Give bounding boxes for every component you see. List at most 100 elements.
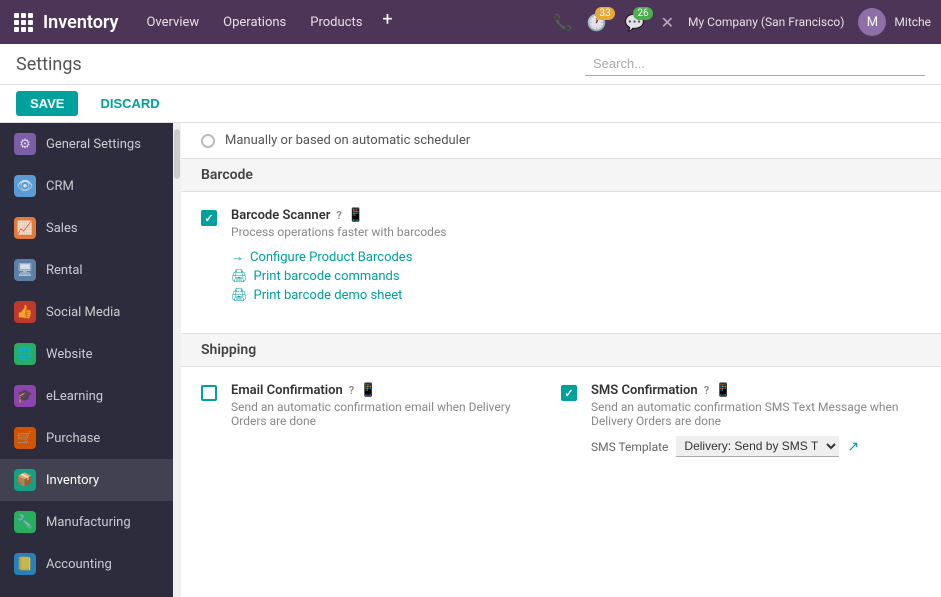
settings-content: Manually or based on automatic scheduler… [181,123,941,597]
barcode-scanner-row: ✓ Barcode Scanner ? 📱 Process operations… [201,208,921,303]
sidebar-item-label: Inventory [46,473,99,488]
sms-confirmation-checkbox[interactable]: ✓ [561,385,577,401]
action-buttons: SAVE DISCARD [0,85,941,123]
sidebar-item-label: Rental [46,263,83,278]
discard-button[interactable]: DISCARD [86,91,173,116]
print-demo-link[interactable]: 🖨 Print barcode demo sheet [231,288,447,303]
radio-button[interactable] [201,134,215,148]
sidebar-scrollbar[interactable] [173,123,181,597]
email-confirmation-cell: Email Confirmation ? 📱 Send an automatic… [201,383,561,471]
sidebar-item-label: CRM [46,179,74,194]
sidebar-item-rental[interactable]: 🖥 Rental [0,249,173,291]
barcode-scanner-description: Process operations faster with barcodes [231,225,447,239]
purchase-icon: 🛒 [14,427,36,449]
sidebar-item-sales[interactable]: 📈 Sales [0,207,173,249]
checkmark-icon: ✓ [204,212,213,225]
clock-badge: 33 [595,7,614,20]
info-icon[interactable]: ? [336,209,341,222]
print-commands-link[interactable]: 🖨 Print barcode commands [231,269,447,284]
sidebar-item-purchase[interactable]: 🛒 Purchase [0,417,173,459]
sidebar-item-label: Social Media [46,305,120,320]
app-grid-button[interactable] [10,9,37,36]
sales-icon: 📈 [14,217,36,239]
nav-operations[interactable]: Operations [213,9,296,36]
mobile-icon: 📱 [360,383,376,398]
top-navigation: Inventory Overview Operations Products +… [0,0,941,44]
email-confirmation-description: Send an automatic confirmation email whe… [231,400,541,428]
sidebar-item-label: Manufacturing [46,515,131,530]
barcode-section-header: Barcode [181,158,941,192]
nav-products[interactable]: Products [300,9,372,36]
sms-confirmation-label: SMS Confirmation ? 📱 [591,383,901,398]
arrow-icon: → [231,249,244,265]
barcode-links: → Configure Product Barcodes 🖨 Print bar… [231,249,447,303]
website-icon: 🌐 [14,343,36,365]
email-confirmation-row: Email Confirmation ? 📱 Send an automatic… [201,383,541,428]
close-icon[interactable]: ✕ [661,13,674,32]
mobile-icon: 📱 [715,383,731,398]
sms-confirmation-cell: ✓ SMS Confirmation ? 📱 Send an automatic… [561,383,921,471]
nav-overview[interactable]: Overview [136,9,209,36]
chat-icon[interactable]: 💬 26 [625,13,645,32]
sidebar-item-label: Purchase [46,431,100,446]
barcode-settings-block: ✓ Barcode Scanner ? 📱 Process operations… [181,192,941,333]
sidebar-item-manufacturing[interactable]: 🔧 Manufacturing [0,501,173,543]
accounting-icon: 📒 [14,553,36,575]
phone-icon[interactable]: 📞 [553,13,573,32]
elearning-icon: 🎓 [14,385,36,407]
printer-icon: 🖨 [231,269,248,284]
gear-icon: ⚙ [14,133,36,155]
chat-badge: 26 [633,7,652,20]
shipping-settings-grid: Email Confirmation ? 📱 Send an automatic… [181,367,941,487]
external-link-icon[interactable]: ↗ [847,439,859,455]
nav-links: Overview Operations Products + [136,9,552,36]
sidebar: ⚙ General Settings 👁 CRM 📈 Sales 🖥 Renta… [0,123,173,597]
sidebar-item-label: Sales [46,221,78,236]
shipping-section-header: Shipping [181,333,941,367]
info-icon[interactable]: ? [704,384,709,397]
sms-template-label: SMS Template [591,440,668,454]
sidebar-item-website[interactable]: 🌐 Website [0,333,173,375]
sidebar-scrollbar-thumb [174,129,180,179]
configure-barcodes-link[interactable]: → Configure Product Barcodes [231,249,447,265]
social-icon: 👍 [14,301,36,323]
email-confirmation-checkbox[interactable] [201,385,217,401]
barcode-scanner-details: Barcode Scanner ? 📱 Process operations f… [231,208,447,303]
company-name[interactable]: My Company (San Francisco) [682,15,850,29]
sidebar-item-crm[interactable]: 👁 CRM [0,165,173,207]
sidebar-item-label: eLearning [46,389,103,404]
sidebar-item-label: General Settings [46,137,141,152]
rental-icon: 🖥 [14,259,36,281]
subheader: Settings [0,44,941,85]
nav-icons: 📞 🕐 33 💬 26 ✕ My Company (San Francisco)… [553,8,931,36]
info-icon[interactable]: ? [349,384,354,397]
inventory-icon: 📦 [14,469,36,491]
sms-confirmation-description: Send an automatic confirmation SMS Text … [591,400,901,428]
sidebar-item-general-settings[interactable]: ⚙ General Settings [0,123,173,165]
clock-icon[interactable]: 🕐 33 [587,13,607,32]
search-input[interactable] [585,52,925,76]
sidebar-item-inventory[interactable]: 📦 Inventory [0,459,173,501]
username: Mitche [894,15,931,29]
sidebar-item-elearning[interactable]: 🎓 eLearning [0,375,173,417]
printer-icon: 🖨 [231,288,248,303]
partial-row: Manually or based on automatic scheduler [181,123,941,158]
manufacturing-icon: 🔧 [14,511,36,533]
sms-confirmation-row: ✓ SMS Confirmation ? 📱 Send an automatic… [561,383,901,457]
nav-add-button[interactable]: + [376,9,398,36]
partial-text: Manually or based on automatic scheduler [225,133,470,148]
mobile-icon: 📱 [348,208,364,223]
email-confirmation-details: Email Confirmation ? 📱 Send an automatic… [231,383,541,428]
email-confirmation-label: Email Confirmation ? 📱 [231,383,541,398]
sms-template-row: SMS Template Delivery: Send by SMS T ↗ [591,436,901,457]
sidebar-item-accounting[interactable]: 📒 Accounting [0,543,173,585]
sms-confirmation-details: SMS Confirmation ? 📱 Send an automatic c… [591,383,901,457]
sidebar-item-social-media[interactable]: 👍 Social Media [0,291,173,333]
barcode-scanner-checkbox[interactable]: ✓ [201,210,217,226]
user-avatar[interactable]: M [858,8,886,36]
sms-template-select[interactable]: Delivery: Send by SMS T [676,436,839,457]
sidebar-item-label: Website [46,347,93,362]
eye-icon: 👁 [14,175,36,197]
app-brand: Inventory [43,12,118,33]
save-button[interactable]: SAVE [16,91,78,116]
